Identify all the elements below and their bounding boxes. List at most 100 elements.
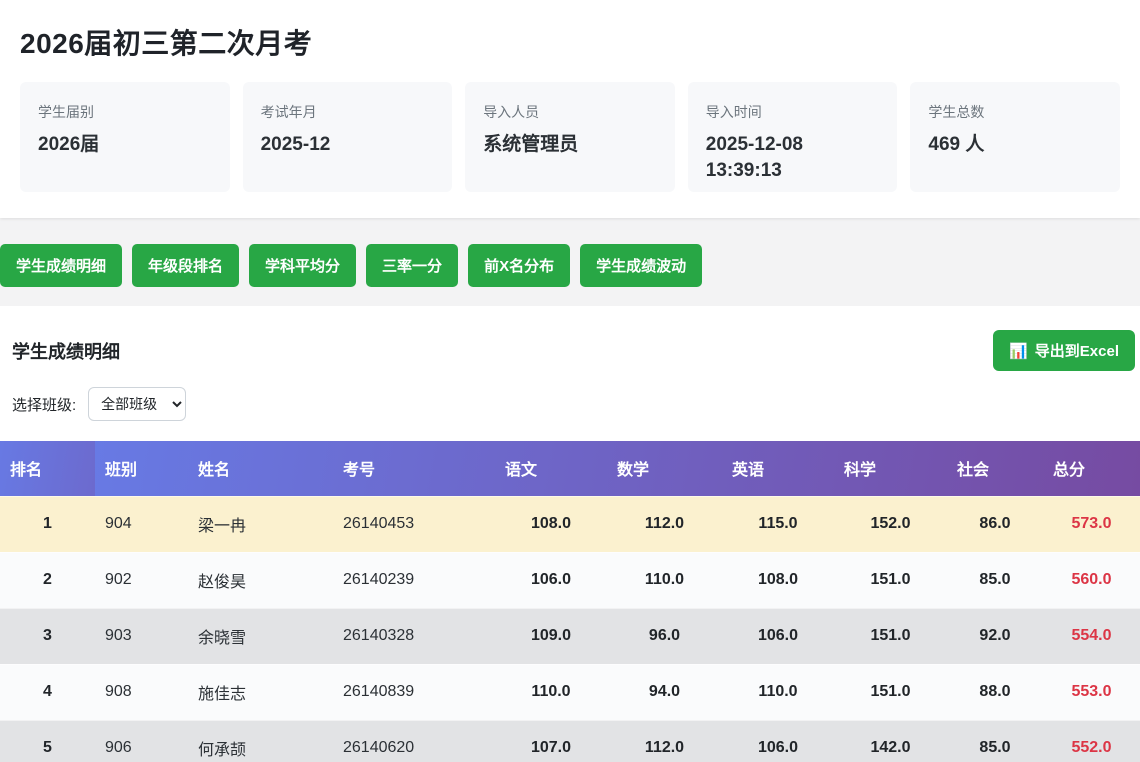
col-rank: 排名 (0, 441, 95, 496)
col-social: 社会 (947, 441, 1043, 496)
info-card-student-total: 学生总数 469 人 (910, 82, 1120, 192)
total-score-cell: 554.0 (1043, 608, 1140, 664)
chinese-score-cell: 108.0 (495, 496, 607, 552)
tab-top-x-distribution[interactable]: 前X名分布 (468, 244, 570, 287)
info-card-exam-month: 考试年月 2025-12 (243, 82, 453, 192)
name-cell: 梁一冉 (188, 496, 333, 552)
english-score-cell: 106.0 (722, 608, 834, 664)
math-score-cell: 94.0 (607, 664, 722, 720)
math-score-cell: 112.0 (607, 496, 722, 552)
table-row: 5 906 何承颉 26140620 107.0 112.0 106.0 142… (0, 720, 1140, 762)
total-score-cell: 573.0 (1043, 496, 1140, 552)
math-score-cell: 110.0 (607, 552, 722, 608)
tab-score-fluctuation[interactable]: 学生成绩波动 (580, 244, 702, 287)
total-score-cell: 552.0 (1043, 720, 1140, 762)
rank-cell: 4 (0, 664, 95, 720)
rank-cell: 5 (0, 720, 95, 762)
exam-no-cell: 26140620 (333, 720, 495, 762)
science-score-cell: 151.0 (834, 552, 947, 608)
info-value: 469 人 (928, 132, 1102, 158)
name-cell: 余晓雪 (188, 608, 333, 664)
social-score-cell: 92.0 (947, 608, 1043, 664)
info-label: 考试年月 (261, 102, 435, 122)
info-card-import-time: 导入时间 2025-12-08 13:39:13 (688, 82, 898, 192)
chinese-score-cell: 109.0 (495, 608, 607, 664)
science-score-cell: 152.0 (834, 496, 947, 552)
col-english: 英语 (722, 441, 834, 496)
name-cell: 赵俊昊 (188, 552, 333, 608)
col-total: 总分 (1043, 441, 1140, 496)
info-label: 学生届别 (38, 102, 212, 122)
class-cell: 902 (95, 552, 188, 608)
tab-grade-ranking[interactable]: 年级段排名 (132, 244, 239, 287)
table-row: 2 902 赵俊昊 26140239 106.0 110.0 108.0 151… (0, 552, 1140, 608)
name-cell: 何承颉 (188, 720, 333, 762)
info-label: 学生总数 (928, 102, 1102, 122)
class-select[interactable]: 全部班级 (88, 387, 186, 421)
col-math: 数学 (607, 441, 722, 496)
rank-cell: 3 (0, 608, 95, 664)
exam-no-cell: 26140839 (333, 664, 495, 720)
tab-bar: 学生成绩明细 年级段排名 学科平均分 三率一分 前X名分布 学生成绩波动 (0, 244, 1140, 287)
total-score-cell: 560.0 (1043, 552, 1140, 608)
science-score-cell: 142.0 (834, 720, 947, 762)
col-name: 姓名 (188, 441, 333, 496)
math-score-cell: 96.0 (607, 608, 722, 664)
table-row: 1 904 梁一冉 26140453 108.0 112.0 115.0 152… (0, 496, 1140, 552)
social-score-cell: 86.0 (947, 496, 1043, 552)
table-row: 3 903 余晓雪 26140328 109.0 96.0 106.0 151.… (0, 608, 1140, 664)
chinese-score-cell: 106.0 (495, 552, 607, 608)
rank-cell: 2 (0, 552, 95, 608)
class-filter-label: 选择班级: (12, 394, 76, 415)
info-label: 导入人员 (483, 102, 657, 122)
table-row: 4 908 施佳志 26140839 110.0 94.0 110.0 151.… (0, 664, 1140, 720)
english-score-cell: 108.0 (722, 552, 834, 608)
col-chinese: 语文 (495, 441, 607, 496)
info-card-importer: 导入人员 系统管理员 (465, 82, 675, 192)
english-score-cell: 110.0 (722, 664, 834, 720)
info-value: 系统管理员 (483, 132, 657, 158)
english-score-cell: 115.0 (722, 496, 834, 552)
page-title: 2026届初三第二次月考 (20, 22, 1120, 62)
class-cell: 903 (95, 608, 188, 664)
info-card-row: 学生届别 2026届 考试年月 2025-12 导入人员 系统管理员 导入时间 … (20, 82, 1120, 192)
export-excel-label: 导出到Excel (1035, 340, 1119, 361)
math-score-cell: 112.0 (607, 720, 722, 762)
info-label: 导入时间 (706, 102, 880, 122)
exam-no-cell: 26140453 (333, 496, 495, 552)
col-science: 科学 (834, 441, 947, 496)
social-score-cell: 85.0 (947, 552, 1043, 608)
exam-no-cell: 26140328 (333, 608, 495, 664)
score-table-body: 1 904 梁一冉 26140453 108.0 112.0 115.0 152… (0, 496, 1140, 762)
tab-three-rates-one-score[interactable]: 三率一分 (366, 244, 458, 287)
col-class: 班别 (95, 441, 188, 496)
export-excel-button[interactable]: 📊 导出到Excel (993, 330, 1135, 371)
section-head: 学生成绩明细 📊 导出到Excel (0, 330, 1140, 371)
class-cell: 908 (95, 664, 188, 720)
info-value: 2026届 (38, 132, 212, 158)
class-cell: 904 (95, 496, 188, 552)
tab-score-detail[interactable]: 学生成绩明细 (0, 244, 122, 287)
class-filter-row: 选择班级: 全部班级 (0, 387, 1140, 421)
score-table: 排名 班别 姓名 考号 语文 数学 英语 科学 社会 总分 1 904 梁一冉 … (0, 441, 1140, 762)
science-score-cell: 151.0 (834, 608, 947, 664)
tab-subject-average[interactable]: 学科平均分 (249, 244, 356, 287)
col-exam-no: 考号 (333, 441, 495, 496)
english-score-cell: 106.0 (722, 720, 834, 762)
info-value: 2025-12-08 13:39:13 (706, 132, 880, 183)
class-cell: 906 (95, 720, 188, 762)
social-score-cell: 88.0 (947, 664, 1043, 720)
chinese-score-cell: 110.0 (495, 664, 607, 720)
bar-chart-icon: 📊 (1009, 342, 1028, 360)
chinese-score-cell: 107.0 (495, 720, 607, 762)
info-card-student-cohort: 学生届别 2026届 (20, 82, 230, 192)
score-table-header: 排名 班别 姓名 考号 语文 数学 英语 科学 社会 总分 (0, 441, 1140, 496)
section-title: 学生成绩明细 (12, 338, 120, 364)
exam-no-cell: 26140239 (333, 552, 495, 608)
rank-cell: 1 (0, 496, 95, 552)
total-score-cell: 553.0 (1043, 664, 1140, 720)
social-score-cell: 85.0 (947, 720, 1043, 762)
info-value: 2025-12 (261, 132, 435, 158)
exam-header-card: 2026届初三第二次月考 学生届别 2026届 考试年月 2025-12 导入人… (0, 0, 1140, 218)
score-detail-panel: 学生成绩明细 📊 导出到Excel 选择班级: 全部班级 排名 班别 姓名 考号… (0, 306, 1140, 762)
